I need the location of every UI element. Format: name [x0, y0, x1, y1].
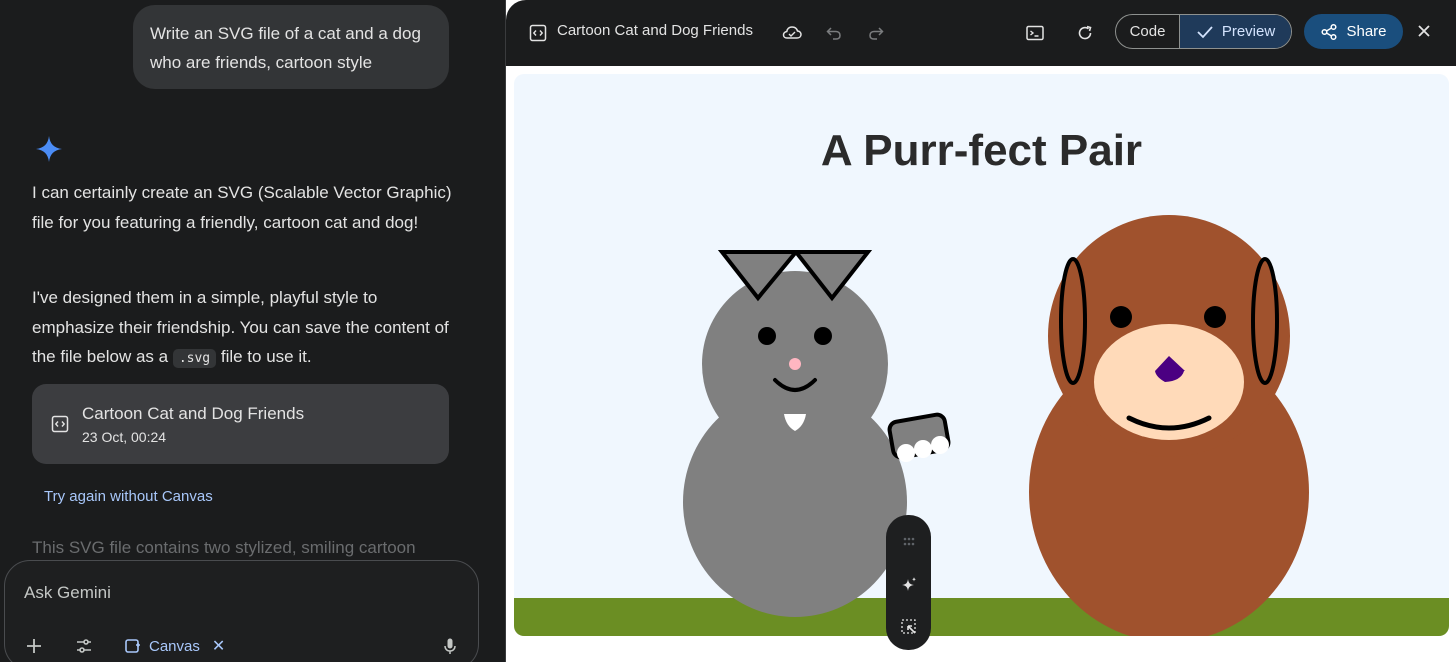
user-message: Write an SVG file of a cat and a dog who… — [133, 5, 449, 89]
dog-muzzle — [1094, 324, 1244, 440]
refresh-button[interactable] — [1073, 21, 1097, 45]
code-doc-icon — [51, 415, 69, 433]
canvas-card[interactable]: Cartoon Cat and Dog Friends 23 Oct, 00:2… — [32, 384, 449, 464]
response-text-end: file to use it. — [216, 347, 312, 366]
share-icon — [1321, 23, 1338, 40]
mic-button[interactable] — [437, 633, 463, 659]
floating-toolbar — [886, 515, 931, 650]
prompt-box: Canvas ✕ — [4, 560, 479, 662]
share-label: Share — [1346, 23, 1387, 40]
canvas-icon — [125, 639, 140, 653]
try-again-link[interactable]: Try again without Canvas — [44, 488, 213, 505]
response-paragraph-2: I've designed them in a simple, playful … — [32, 283, 452, 374]
cloud-icon — [782, 26, 802, 39]
undo-button[interactable] — [822, 21, 846, 45]
drag-handle[interactable] — [896, 529, 921, 554]
refresh-icon — [1078, 25, 1092, 40]
check-icon — [1197, 25, 1213, 38]
tools-button[interactable] — [71, 633, 97, 659]
cloud-status-button[interactable] — [780, 21, 804, 45]
preview-tab-label: Preview — [1221, 23, 1276, 40]
plus-icon — [27, 639, 41, 653]
canvas-chip-label: Canvas — [149, 637, 200, 655]
dog-ear-right — [1251, 257, 1279, 385]
redo-icon — [869, 27, 884, 40]
code-doc-button — [526, 21, 550, 45]
redo-button[interactable] — [864, 21, 888, 45]
chat-panel: Write an SVG file of a cat and a dog who… — [0, 0, 505, 662]
preview-stage: A Purr-fect Pair — [514, 74, 1449, 636]
add-button[interactable] — [21, 633, 47, 659]
console-button[interactable] — [1023, 21, 1047, 45]
cat-toe — [931, 436, 949, 454]
inline-code: .svg — [172, 349, 217, 368]
close-icon[interactable]: ✕ — [212, 636, 225, 656]
cat-eye-right — [814, 327, 832, 345]
share-button[interactable]: Share — [1304, 14, 1403, 49]
canvas-card-title: Cartoon Cat and Dog Friends — [82, 404, 305, 423]
dog-ear-left — [1059, 257, 1087, 385]
canvas-card-date: 23 Oct, 00:24 — [82, 429, 167, 445]
canvas-panel: Cartoon Cat and Dog Friends Code Preview… — [505, 0, 1456, 662]
view-toggle: Code Preview — [1115, 14, 1292, 49]
preview-tab[interactable]: Preview — [1180, 15, 1291, 48]
response-paragraph-1: I can certainly create an SVG (Scalable … — [32, 183, 452, 232]
terminal-icon — [1026, 25, 1044, 41]
close-panel-button[interactable] — [1412, 19, 1436, 43]
canvas-title: Cartoon Cat and Dog Friends — [557, 22, 753, 39]
cat-nose — [789, 358, 801, 370]
select-button[interactable] — [896, 614, 921, 639]
code-tab[interactable]: Code — [1116, 15, 1180, 48]
mic-icon — [444, 638, 456, 654]
dog — [1029, 215, 1309, 636]
canvas-toolbar: Cartoon Cat and Dog Friends Code Preview… — [506, 0, 1456, 66]
cat-eye-left — [758, 327, 776, 345]
tools-icon — [77, 639, 91, 653]
magic-edit-button[interactable] — [896, 572, 921, 597]
prompt-input[interactable] — [24, 583, 424, 603]
response-trailing-text: This SVG file contains two stylized, smi… — [32, 538, 416, 557]
canvas-chip[interactable]: Canvas ✕ — [123, 633, 225, 659]
cat-toe — [897, 444, 915, 462]
dog-eye-left — [1110, 306, 1132, 328]
drag-icon — [903, 537, 914, 545]
undo-icon — [826, 27, 841, 40]
magic-icon — [901, 576, 916, 591]
close-icon — [1418, 25, 1430, 37]
cat-toe — [914, 440, 932, 458]
cat-dog-illustration — [514, 215, 1449, 636]
select-icon — [900, 618, 916, 634]
grass — [514, 598, 1449, 636]
spark-icon — [36, 136, 62, 162]
dog-eye-right — [1204, 306, 1226, 328]
code-doc-icon — [529, 24, 547, 42]
